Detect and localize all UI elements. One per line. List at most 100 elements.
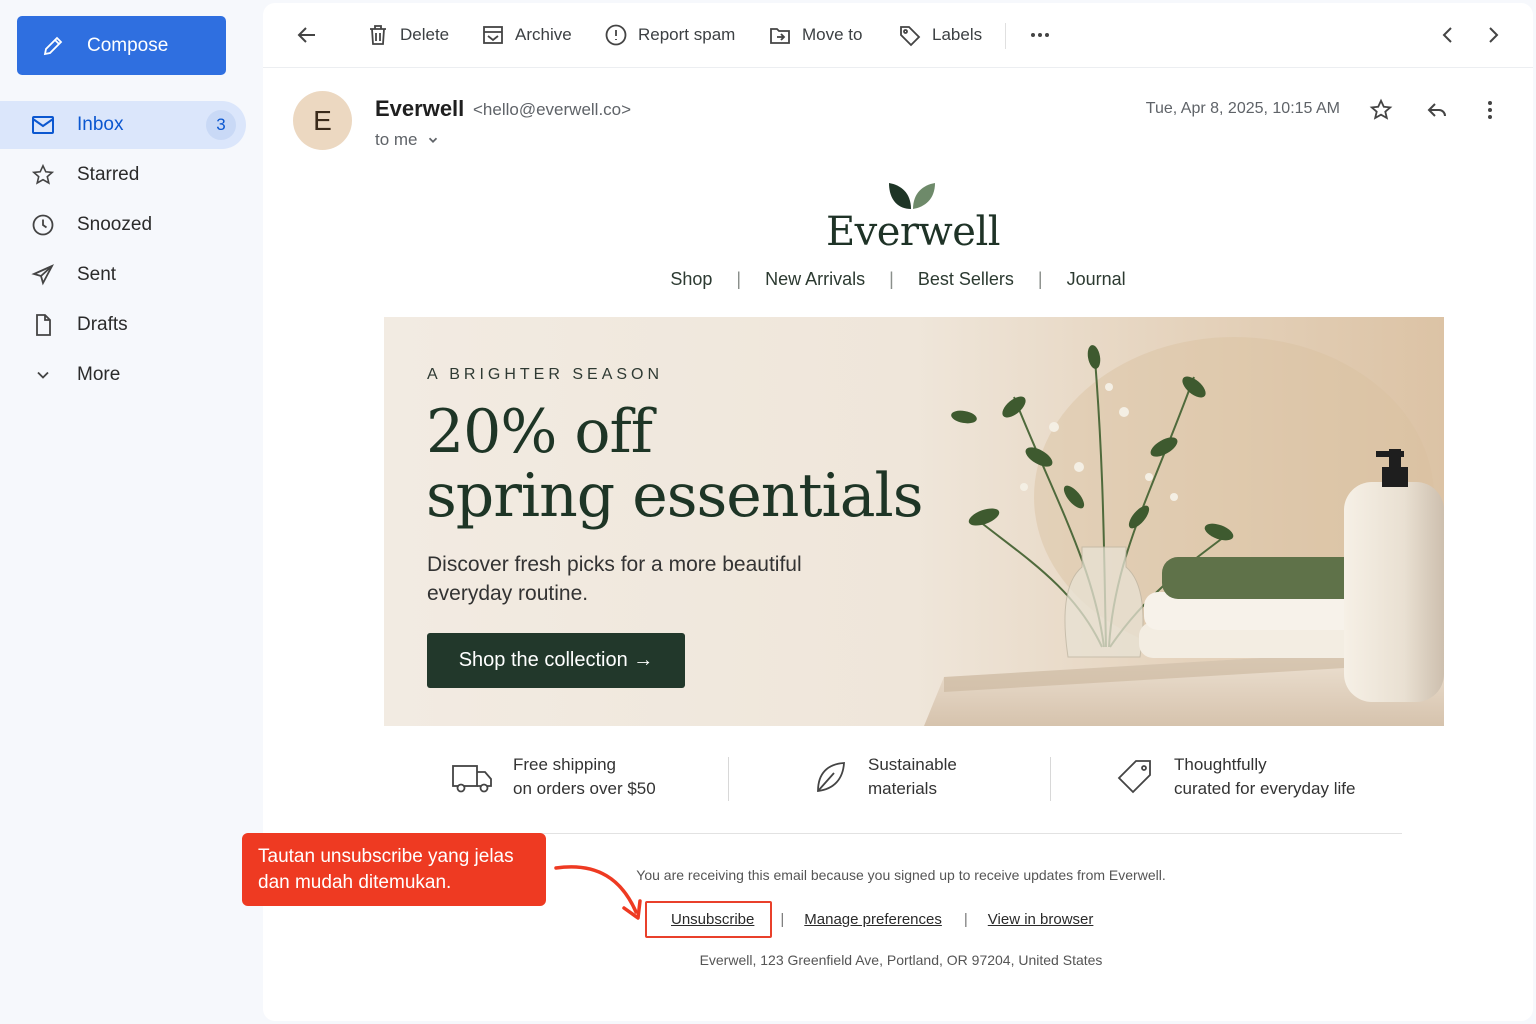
sidebar-item-more[interactable]: More [0, 351, 246, 399]
message-date: Tue, Apr 8, 2025, 10:15 AM [1145, 100, 1340, 117]
toolbar-divider [1005, 23, 1006, 49]
more-actions-button[interactable] [1028, 23, 1052, 47]
hero-eyebrow: A BRIGHTER SEASON [427, 366, 664, 383]
trash-icon [370, 25, 386, 45]
feature-line1: Sustainable [868, 755, 957, 774]
reply-icon [1427, 103, 1446, 117]
truck-icon [452, 765, 492, 793]
star-button[interactable] [1367, 96, 1395, 124]
next-message-button[interactable] [1481, 23, 1505, 47]
footer-address: Everwell, 123 Greenfield Ave, Portland, … [699, 952, 1103, 968]
clock-icon [30, 212, 56, 238]
view-in-browser-link[interactable]: View in browser [988, 911, 1094, 928]
sidebar-item-sent[interactable]: Sent [0, 251, 246, 299]
feature-line2: on orders over $50 [513, 779, 656, 798]
folder-move-icon [770, 28, 790, 44]
feature-line1: Thoughtfully [1174, 755, 1267, 774]
previous-message-button[interactable] [1436, 23, 1460, 47]
hero-subcopy: Discover fresh picks for a more beautifu… [427, 553, 802, 605]
email-nav-best-sellers[interactable]: Best Sellers [894, 269, 1038, 290]
feature-row: Free shipping on orders over $50 Sustain… [384, 743, 1444, 813]
hero-headline: 20% off spring essentials [426, 400, 923, 528]
email-nav-journal[interactable]: Journal [1043, 269, 1150, 290]
pencil-icon [43, 36, 63, 55]
hero-headline-line1: 20% off [426, 397, 653, 467]
feature-divider [1050, 757, 1051, 801]
unsubscribe-highlight: Unsubscribe [645, 900, 773, 938]
more-horizontal-icon [1031, 33, 1049, 37]
archive-label: Archive [515, 25, 572, 44]
sender-email: <hello@everwell.co> [473, 100, 632, 119]
footer-links: Unsubscribe | Manage preferences | View … [645, 898, 1093, 940]
report-spam-button[interactable]: Report spam [604, 23, 735, 47]
message-toolbar: Delete Archive Report spam Move to Label… [263, 3, 1533, 68]
archive-button[interactable]: Archive [481, 23, 572, 47]
feature-sustainable: Sustainable materials [812, 753, 957, 801]
reply-button[interactable] [1423, 96, 1451, 124]
unsubscribe-link[interactable]: Unsubscribe [671, 911, 754, 928]
sidebar-nav: Inbox 3 Starred Snoozed Sent Drafts More [0, 101, 246, 401]
annotation-callout: Tautan unsubscribe yang jelas dan mudah … [242, 833, 546, 906]
sidebar-item-inbox[interactable]: Inbox 3 [0, 101, 246, 149]
chevron-down-icon [428, 137, 437, 143]
footer-separator: | [780, 910, 785, 928]
sender-name[interactable]: Everwell [375, 96, 464, 122]
arrow-left-icon [297, 27, 315, 43]
email-nav-new-arrivals[interactable]: New Arrivals [741, 269, 889, 290]
back-button[interactable] [295, 23, 319, 47]
label-icon [900, 26, 921, 47]
feature-shipping: Free shipping on orders over $50 [451, 753, 656, 801]
feature-curated: Thoughtfully curated for everyday life [1116, 753, 1355, 801]
sidebar-item-label: Inbox [77, 114, 124, 135]
chevron-down-icon [30, 362, 56, 388]
move-to-label: Move to [802, 25, 863, 44]
chevron-left-icon [1442, 27, 1452, 43]
leaf-icon [817, 762, 845, 793]
hero-illustration [924, 337, 1444, 726]
chevron-right-icon [1489, 27, 1499, 43]
sidebar-item-drafts[interactable]: Drafts [0, 301, 246, 349]
hero-headline-line2: spring essentials [426, 461, 923, 531]
more-vertical-icon [1488, 101, 1492, 119]
email-nav: Shop | New Arrivals | Best Sellers | Jou… [263, 269, 1533, 290]
file-icon [30, 312, 56, 338]
sidebar: Compose Inbox 3 Starred Snoozed Sent Dra… [0, 0, 262, 1024]
avatar: E [293, 91, 352, 150]
delete-button[interactable]: Delete [366, 23, 449, 47]
shop-collection-button[interactable]: Shop the collection → [427, 633, 685, 688]
manage-preferences-link[interactable]: Manage preferences [804, 911, 942, 928]
feature-divider [728, 757, 729, 801]
archive-icon [483, 26, 503, 44]
sidebar-item-label: Snoozed [77, 214, 153, 235]
send-icon [30, 262, 56, 288]
move-to-button[interactable]: Move to [768, 23, 862, 47]
email-nav-shop[interactable]: Shop [646, 269, 736, 290]
sidebar-item-label: Sent [77, 264, 117, 285]
footer-separator: | [963, 910, 968, 928]
spam-icon [605, 24, 627, 46]
sidebar-item-label: Starred [77, 164, 140, 185]
delete-label: Delete [400, 25, 450, 44]
labels-button[interactable]: Labels [898, 23, 982, 47]
brand-logo: Everwell [825, 209, 1001, 255]
recipient-details[interactable]: to me [375, 130, 440, 150]
unread-count-badge: 3 [206, 110, 236, 140]
sidebar-item-snoozed[interactable]: Snoozed [0, 201, 246, 249]
hero-banner: A BRIGHTER SEASON 20% off spring essenti… [384, 317, 1444, 726]
star-icon [30, 162, 56, 188]
feature-line2: materials [868, 779, 937, 798]
leaf-logo-icon [889, 183, 935, 209]
sidebar-item-label: More [77, 364, 121, 385]
sidebar-item-starred[interactable]: Starred [0, 151, 246, 199]
sidebar-item-label: Drafts [77, 314, 128, 335]
tag-icon [1117, 760, 1151, 794]
feature-line2: curated for everyday life [1174, 779, 1356, 798]
compose-button[interactable]: Compose [17, 16, 226, 75]
report-spam-label: Report spam [638, 25, 736, 44]
annotation-arrow-icon [554, 865, 642, 920]
inbox-icon [30, 112, 56, 138]
star-icon [1369, 98, 1393, 120]
message-more-button[interactable] [1476, 96, 1504, 124]
recipient-label: to me [375, 130, 418, 149]
labels-label: Labels [932, 25, 983, 44]
